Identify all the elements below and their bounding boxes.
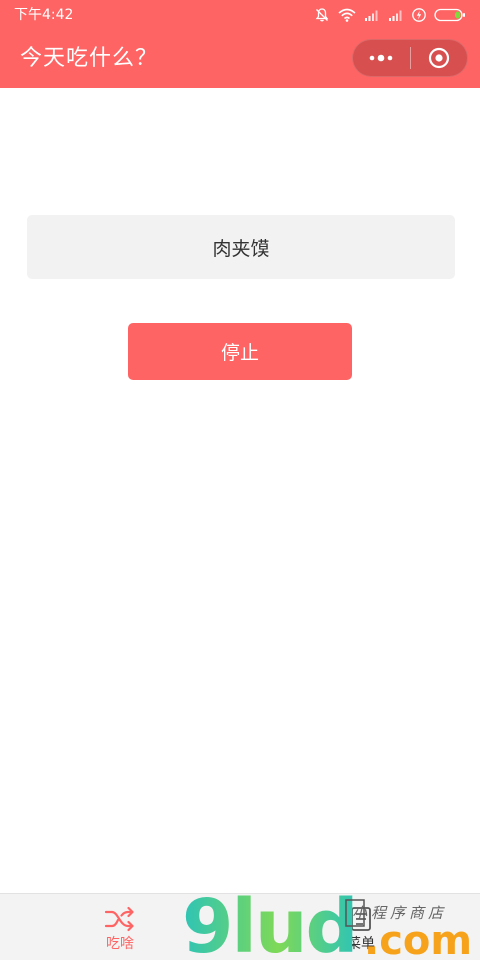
- page-title: 今天吃什么？: [20, 46, 159, 71]
- result-display: 肉夹馍: [27, 215, 455, 279]
- screen: 下午4:42 今天吃什么？ 肉夹馍 停止 吃啥 菜单 9lud 小程序商店 .c…: [0, 0, 480, 960]
- charging-icon: [412, 8, 426, 22]
- more-dots-icon: [369, 54, 393, 62]
- shuffle-icon: [104, 904, 136, 934]
- tab-menu-label: 菜单: [347, 936, 375, 952]
- stop-button[interactable]: 停止: [128, 323, 352, 380]
- tab-eat-label: 吃啥: [106, 936, 134, 952]
- stop-button-label: 停止: [220, 342, 259, 364]
- result-text: 肉夹馍: [212, 237, 270, 260]
- tab-eat[interactable]: 吃啥: [70, 894, 170, 960]
- target-circle-icon: [428, 47, 449, 69]
- status-bar: 下午4:42: [0, 0, 480, 30]
- wifi-icon: [338, 8, 356, 22]
- nav-bar: 今天吃什么？: [0, 30, 480, 88]
- signal-icon-secondary: [389, 10, 402, 21]
- tab-bar: 吃啥 菜单: [0, 893, 480, 960]
- tab-menu[interactable]: 菜单: [311, 894, 411, 960]
- battery-icon: [434, 8, 465, 22]
- status-icons: [314, 6, 466, 24]
- close-button[interactable]: [410, 40, 467, 76]
- signal-icon: [365, 10, 378, 21]
- bell-muted-icon: [315, 8, 329, 22]
- capsule-menu: [352, 39, 468, 77]
- menu-icon: [345, 904, 377, 934]
- more-button[interactable]: [353, 40, 410, 76]
- status-time: 下午4:42: [14, 7, 74, 23]
